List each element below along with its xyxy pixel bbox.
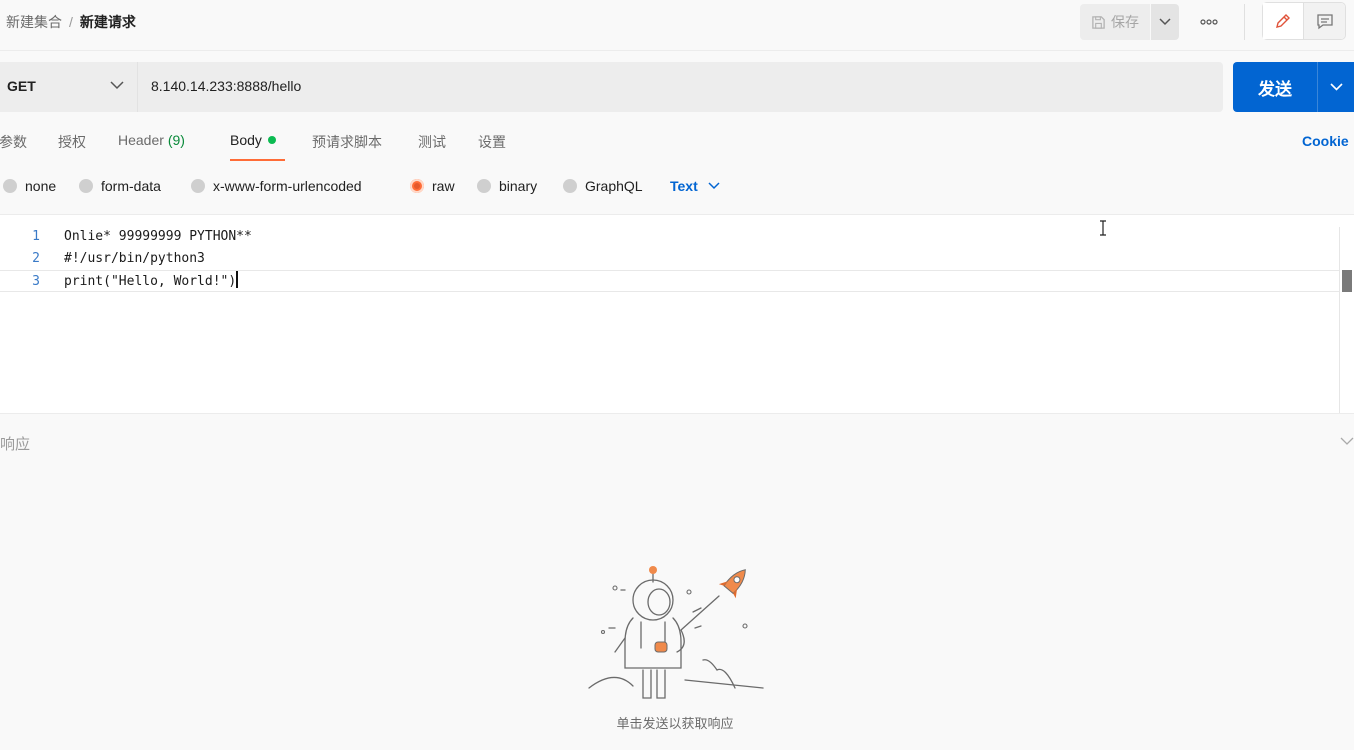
tab-tests[interactable]: 测试 [418, 132, 446, 152]
send-dropdown-button[interactable] [1317, 62, 1354, 112]
radio-label: raw [432, 178, 455, 194]
send-button[interactable]: 发送 [1233, 62, 1317, 112]
tab-body-label: Body [230, 132, 262, 148]
code-text: #!/usr/bin/python3 [64, 251, 205, 266]
save-icon [1092, 15, 1105, 29]
code-text-current: print("Hello, World!") [64, 271, 239, 293]
radio-label: form-data [101, 178, 161, 194]
pencil-icon [1276, 14, 1290, 28]
request-url-bar: GET [0, 62, 1223, 112]
radio-circle [477, 179, 491, 193]
empty-response-text: 单击发送以获取响应 [616, 716, 734, 731]
radio-graphql[interactable]: GraphQL [563, 178, 643, 194]
editor-line: 1 Onlie* 99999999 PYTHON** [0, 226, 1340, 248]
editor-scrollbar-thumb[interactable] [1342, 270, 1352, 292]
toolbar-divider [1244, 4, 1245, 40]
tab-body[interactable]: Body [230, 132, 276, 148]
chevron-down-icon [708, 182, 720, 190]
tab-headers-label: Header [118, 132, 164, 148]
line-number: 2 [32, 251, 40, 266]
text-cursor-icon [1100, 220, 1106, 236]
tab-pre-request-script[interactable]: 预请求脚本 [312, 132, 382, 152]
radio-raw[interactable]: raw [410, 178, 455, 194]
code-text: Onlie* 99999999 PYTHON** [64, 229, 252, 244]
tab-params[interactable]: 参数 [0, 132, 27, 152]
editor-line-current: 3 print("Hello, World!") [0, 270, 1340, 292]
save-label: 保存 [1111, 14, 1139, 30]
tab-auth[interactable]: 授权 [58, 132, 86, 152]
raw-format-label: Text [670, 178, 698, 194]
breadcrumb-separator: / [69, 14, 73, 30]
line-number: 1 [32, 229, 40, 244]
body-active-dot [267, 136, 276, 144]
breadcrumb-collection[interactable]: 新建集合 [6, 12, 62, 32]
breadcrumb: 新建集合 / 新建请求 [6, 12, 136, 32]
radio-label: x-www-form-urlencoded [213, 178, 362, 194]
comment-icon [1316, 14, 1333, 30]
breadcrumb-request-title[interactable]: 新建请求 [80, 12, 136, 32]
top-bar: 新建集合 / 新建请求 保存 [0, 0, 1354, 44]
radio-binary[interactable]: binary [477, 178, 537, 194]
text-caret [236, 271, 239, 288]
method-divider [137, 62, 138, 112]
tab-headers[interactable]: Header (9) [118, 132, 185, 148]
comments-button[interactable] [1304, 3, 1345, 39]
header-count: (9) [167, 132, 185, 148]
more-icon [1200, 19, 1218, 25]
url-input[interactable] [151, 78, 1191, 94]
radio-circle [79, 179, 93, 193]
line-number: 3 [32, 274, 40, 289]
editor-scrollbar-track[interactable] [1339, 227, 1340, 413]
response-section-title: 响应 [0, 436, 31, 453]
code-text: print("Hello, World!") [64, 274, 237, 289]
radio-circle [563, 179, 577, 193]
chevron-down-icon [1329, 83, 1343, 91]
radio-none[interactable]: none [3, 178, 56, 194]
active-tab-indicator [230, 159, 285, 161]
send-button-group: 发送 [1233, 62, 1354, 112]
chevron-down-icon[interactable] [1340, 437, 1354, 446]
method-select[interactable]: GET [7, 78, 36, 94]
astronaut-rocket-illustration [588, 566, 764, 699]
editor-line: 2 #!/usr/bin/python3 [0, 248, 1340, 270]
view-toggle [1262, 2, 1346, 40]
cookies-link[interactable]: Cookie [1302, 133, 1349, 149]
radio-circle-selected [410, 179, 424, 193]
edit-mode-button[interactable] [1263, 3, 1304, 39]
chevron-down-icon [1159, 18, 1171, 26]
save-dropdown-button[interactable] [1151, 4, 1179, 40]
radio-label: none [25, 178, 57, 194]
more-actions-button[interactable] [1194, 8, 1224, 36]
radio-circle [3, 179, 17, 193]
radio-label: binary [499, 178, 538, 194]
empty-response-hint: 单击发送以获取响应 [0, 713, 1350, 732]
save-button[interactable]: 保存 [1080, 4, 1150, 40]
radio-x-www-form-urlencoded[interactable]: x-www-form-urlencoded [191, 178, 362, 194]
header-divider [0, 50, 1354, 51]
radio-form-data[interactable]: form-data [79, 178, 161, 194]
radio-circle [191, 179, 205, 193]
body-code-editor[interactable]: 1 Onlie* 99999999 PYTHON** 2 #!/usr/bin/… [0, 214, 1354, 414]
tab-settings[interactable]: 设置 [478, 132, 506, 152]
chevron-down-icon[interactable] [110, 81, 124, 90]
raw-format-select[interactable]: Text [670, 178, 720, 194]
radio-label: GraphQL [585, 178, 643, 194]
save-button-group: 保存 [1080, 4, 1179, 40]
